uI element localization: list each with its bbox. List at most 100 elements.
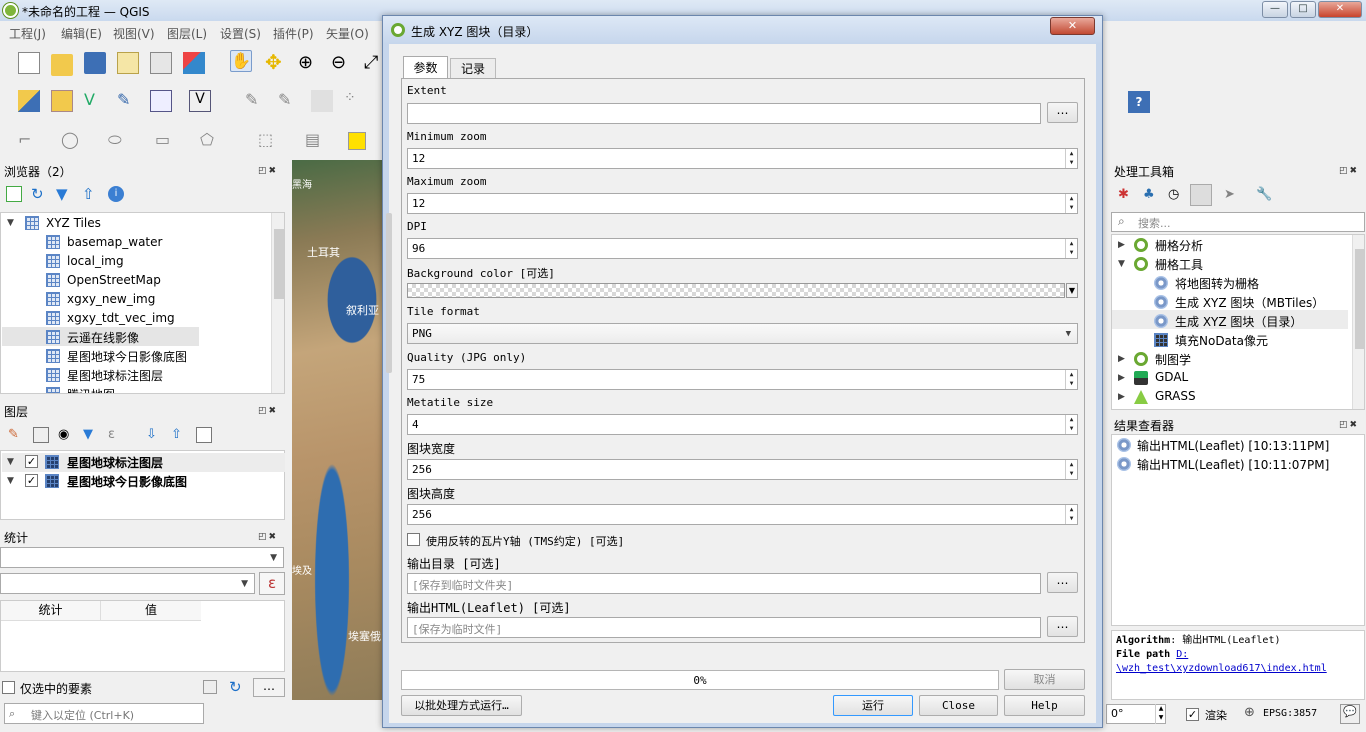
info-path-link[interactable]: D:: [1176, 649, 1188, 660]
output-dir-input[interactable]: [保存到临时文件夹]: [407, 573, 1041, 594]
expand-arrow-icon[interactable]: ▶: [1118, 392, 1125, 402]
minimize-button[interactable]: —: [1262, 1, 1288, 18]
add-wms-icon[interactable]: V: [189, 90, 211, 112]
refresh-icon[interactable]: ↻: [31, 185, 49, 203]
style-layer-icon[interactable]: ✎: [8, 427, 24, 443]
history-icon[interactable]: ◷: [1168, 187, 1184, 203]
panel-float-close-icons[interactable]: ◰✖: [258, 406, 282, 417]
toolbox-item[interactable]: GRASS: [1155, 389, 1196, 403]
chevron-down-icon[interactable]: ▼: [1066, 283, 1078, 298]
toolbox-item[interactable]: GDAL: [1155, 370, 1188, 384]
results-viewer-icon[interactable]: [1190, 184, 1212, 206]
collapse-all-icon[interactable]: ⇧: [82, 185, 100, 203]
spin-arrows-icon[interactable]: ▲ ▼: [1065, 460, 1077, 479]
scrollbar-thumb[interactable]: [274, 229, 284, 299]
browser-item[interactable]: basemap_water: [67, 235, 162, 249]
tile-width-spinbox[interactable]: 256 ▲ ▼: [407, 459, 1078, 480]
spin-arrows-icon[interactable]: ▲ ▼: [1065, 194, 1077, 213]
save-project-icon[interactable]: [84, 52, 106, 74]
filter-icon[interactable]: ▼: [56, 185, 74, 203]
browser-item[interactable]: OpenStreetMap: [67, 273, 161, 287]
browser-item[interactable]: xgxy_new_img: [67, 292, 155, 306]
tab-log[interactable]: 记录: [450, 58, 496, 79]
help-icon[interactable]: ?: [1128, 91, 1150, 113]
tile-format-select[interactable]: PNG ▼: [407, 323, 1078, 344]
max-zoom-spinbox[interactable]: 12 ▲ ▼: [407, 193, 1078, 214]
browser-item[interactable]: 云遥在线影像: [67, 329, 139, 346]
col-header-stat[interactable]: 统计: [1, 601, 101, 621]
visibility-icon[interactable]: ◉: [58, 427, 76, 443]
selected-only-checkbox[interactable]: [2, 681, 15, 694]
zoom-in-icon[interactable]: ⊕: [298, 52, 320, 74]
layer-expand-arrow-icon[interactable]: ▼: [7, 457, 14, 467]
refresh-stats-icon[interactable]: ↻: [229, 678, 247, 696]
browser-item[interactable]: xgxy_tdt_vec_img: [67, 311, 175, 325]
browser-root-xyz[interactable]: XYZ Tiles: [46, 216, 101, 230]
toolbox-item[interactable]: 栅格工具: [1155, 256, 1203, 273]
spin-arrows-icon[interactable]: ▲ ▼: [1065, 505, 1077, 524]
dialog-scrollbar-thumb[interactable]: [386, 213, 392, 373]
menu-edit[interactable]: 编辑(E): [61, 25, 102, 42]
style-manager-icon[interactable]: [183, 52, 205, 74]
cancel-button[interactable]: 取消: [1004, 669, 1085, 690]
open-project-icon[interactable]: [51, 54, 73, 76]
rotation-spin-icon[interactable]: ▲ ▼: [1155, 704, 1166, 724]
remove-layer-icon[interactable]: [196, 427, 212, 443]
output-html-input[interactable]: [保存为临时文件]: [407, 617, 1041, 638]
deselect-icon[interactable]: [348, 132, 366, 150]
layer-item[interactable]: 星图地球标注图层: [67, 454, 163, 471]
maximize-button[interactable]: □: [1290, 1, 1316, 18]
toolbox-item[interactable]: 栅格分析: [1155, 237, 1203, 254]
close-button[interactable]: Close: [919, 695, 998, 716]
map-canvas[interactable]: 黑海 土耳其 叙利亚 埃塞俄 埃及: [292, 160, 382, 700]
tile-height-spinbox[interactable]: 256 ▲ ▼: [407, 504, 1078, 525]
pan-map-icon[interactable]: ✋: [230, 50, 252, 72]
locator-input[interactable]: 键入以定位 (Ctrl+K): [4, 703, 204, 724]
run-button[interactable]: 运行: [833, 695, 913, 716]
expand-arrow-icon[interactable]: ▶: [1118, 354, 1125, 364]
field-select-combobox[interactable]: ▼: [0, 573, 255, 594]
tms-checkbox[interactable]: [407, 533, 420, 546]
browser-item[interactable]: 星图地球标注图层: [67, 367, 163, 384]
filter-legend-icon[interactable]: ▼: [83, 427, 99, 443]
result-item[interactable]: 输出HTML(Leaflet) [10:13:11PM]: [1137, 437, 1329, 454]
toolbox-item[interactable]: 填充NoData像元: [1175, 332, 1268, 349]
info-path-link-cont[interactable]: \wzh_test\xyzdownload617\index.html: [1116, 662, 1360, 676]
menu-plugins[interactable]: 插件(P): [273, 25, 314, 42]
messages-icon[interactable]: 💬: [1340, 704, 1360, 724]
layer-expand-arrow-icon[interactable]: ▼: [7, 476, 14, 486]
layer-select-combobox[interactable]: ▼: [0, 547, 284, 568]
expand-all-icon[interactable]: ⇩: [146, 427, 162, 443]
scrollbar-thumb[interactable]: [1355, 249, 1364, 349]
data-source-manager-icon[interactable]: [18, 90, 40, 112]
extent-input[interactable]: [407, 103, 1041, 124]
layer-visible-checkbox[interactable]: ✓: [25, 474, 38, 487]
new-project-icon[interactable]: [18, 52, 40, 74]
add-raster-icon[interactable]: [150, 90, 172, 112]
panel-float-close-icons[interactable]: ◰✖: [1339, 420, 1363, 431]
close-window-button[interactable]: ✕: [1318, 1, 1362, 18]
menu-layer[interactable]: 图层(L): [167, 25, 207, 42]
output-dir-browse-button[interactable]: …: [1047, 572, 1078, 593]
toolbox-search-input[interactable]: 搜索...: [1111, 212, 1365, 232]
expand-arrow-icon[interactable]: ▼: [1118, 259, 1125, 269]
extent-options-button[interactable]: …: [1047, 102, 1078, 123]
menu-vector[interactable]: 矢量(O): [326, 25, 369, 42]
spin-arrows-icon[interactable]: ▲ ▼: [1065, 415, 1077, 434]
stats-options-button[interactable]: …: [253, 678, 285, 697]
crs-globe-icon[interactable]: ⊕: [1244, 705, 1255, 720]
zoom-out-icon[interactable]: ⊖: [331, 52, 353, 74]
layout-manager-icon[interactable]: [150, 52, 172, 74]
browser-item[interactable]: 腾讯地图: [67, 386, 115, 393]
expand-arrow-icon[interactable]: ▶: [1118, 373, 1125, 383]
models-icon[interactable]: ✱: [1118, 187, 1134, 203]
layer-item[interactable]: 星图地球今日影像底图: [67, 473, 187, 490]
toolbox-scrollbar[interactable]: [1352, 235, 1364, 409]
dialog-close-button[interactable]: ✕: [1050, 17, 1095, 35]
add-vector-layer-icon[interactable]: V: [84, 90, 106, 112]
expand-arrow-icon[interactable]: ▶: [1118, 240, 1125, 250]
tab-parameters[interactable]: 参数: [403, 56, 448, 79]
panel-float-close-icons[interactable]: ◰✖: [258, 166, 282, 177]
menu-settings[interactable]: 设置(S): [220, 25, 261, 42]
python-icon[interactable]: ♣: [1143, 187, 1159, 203]
